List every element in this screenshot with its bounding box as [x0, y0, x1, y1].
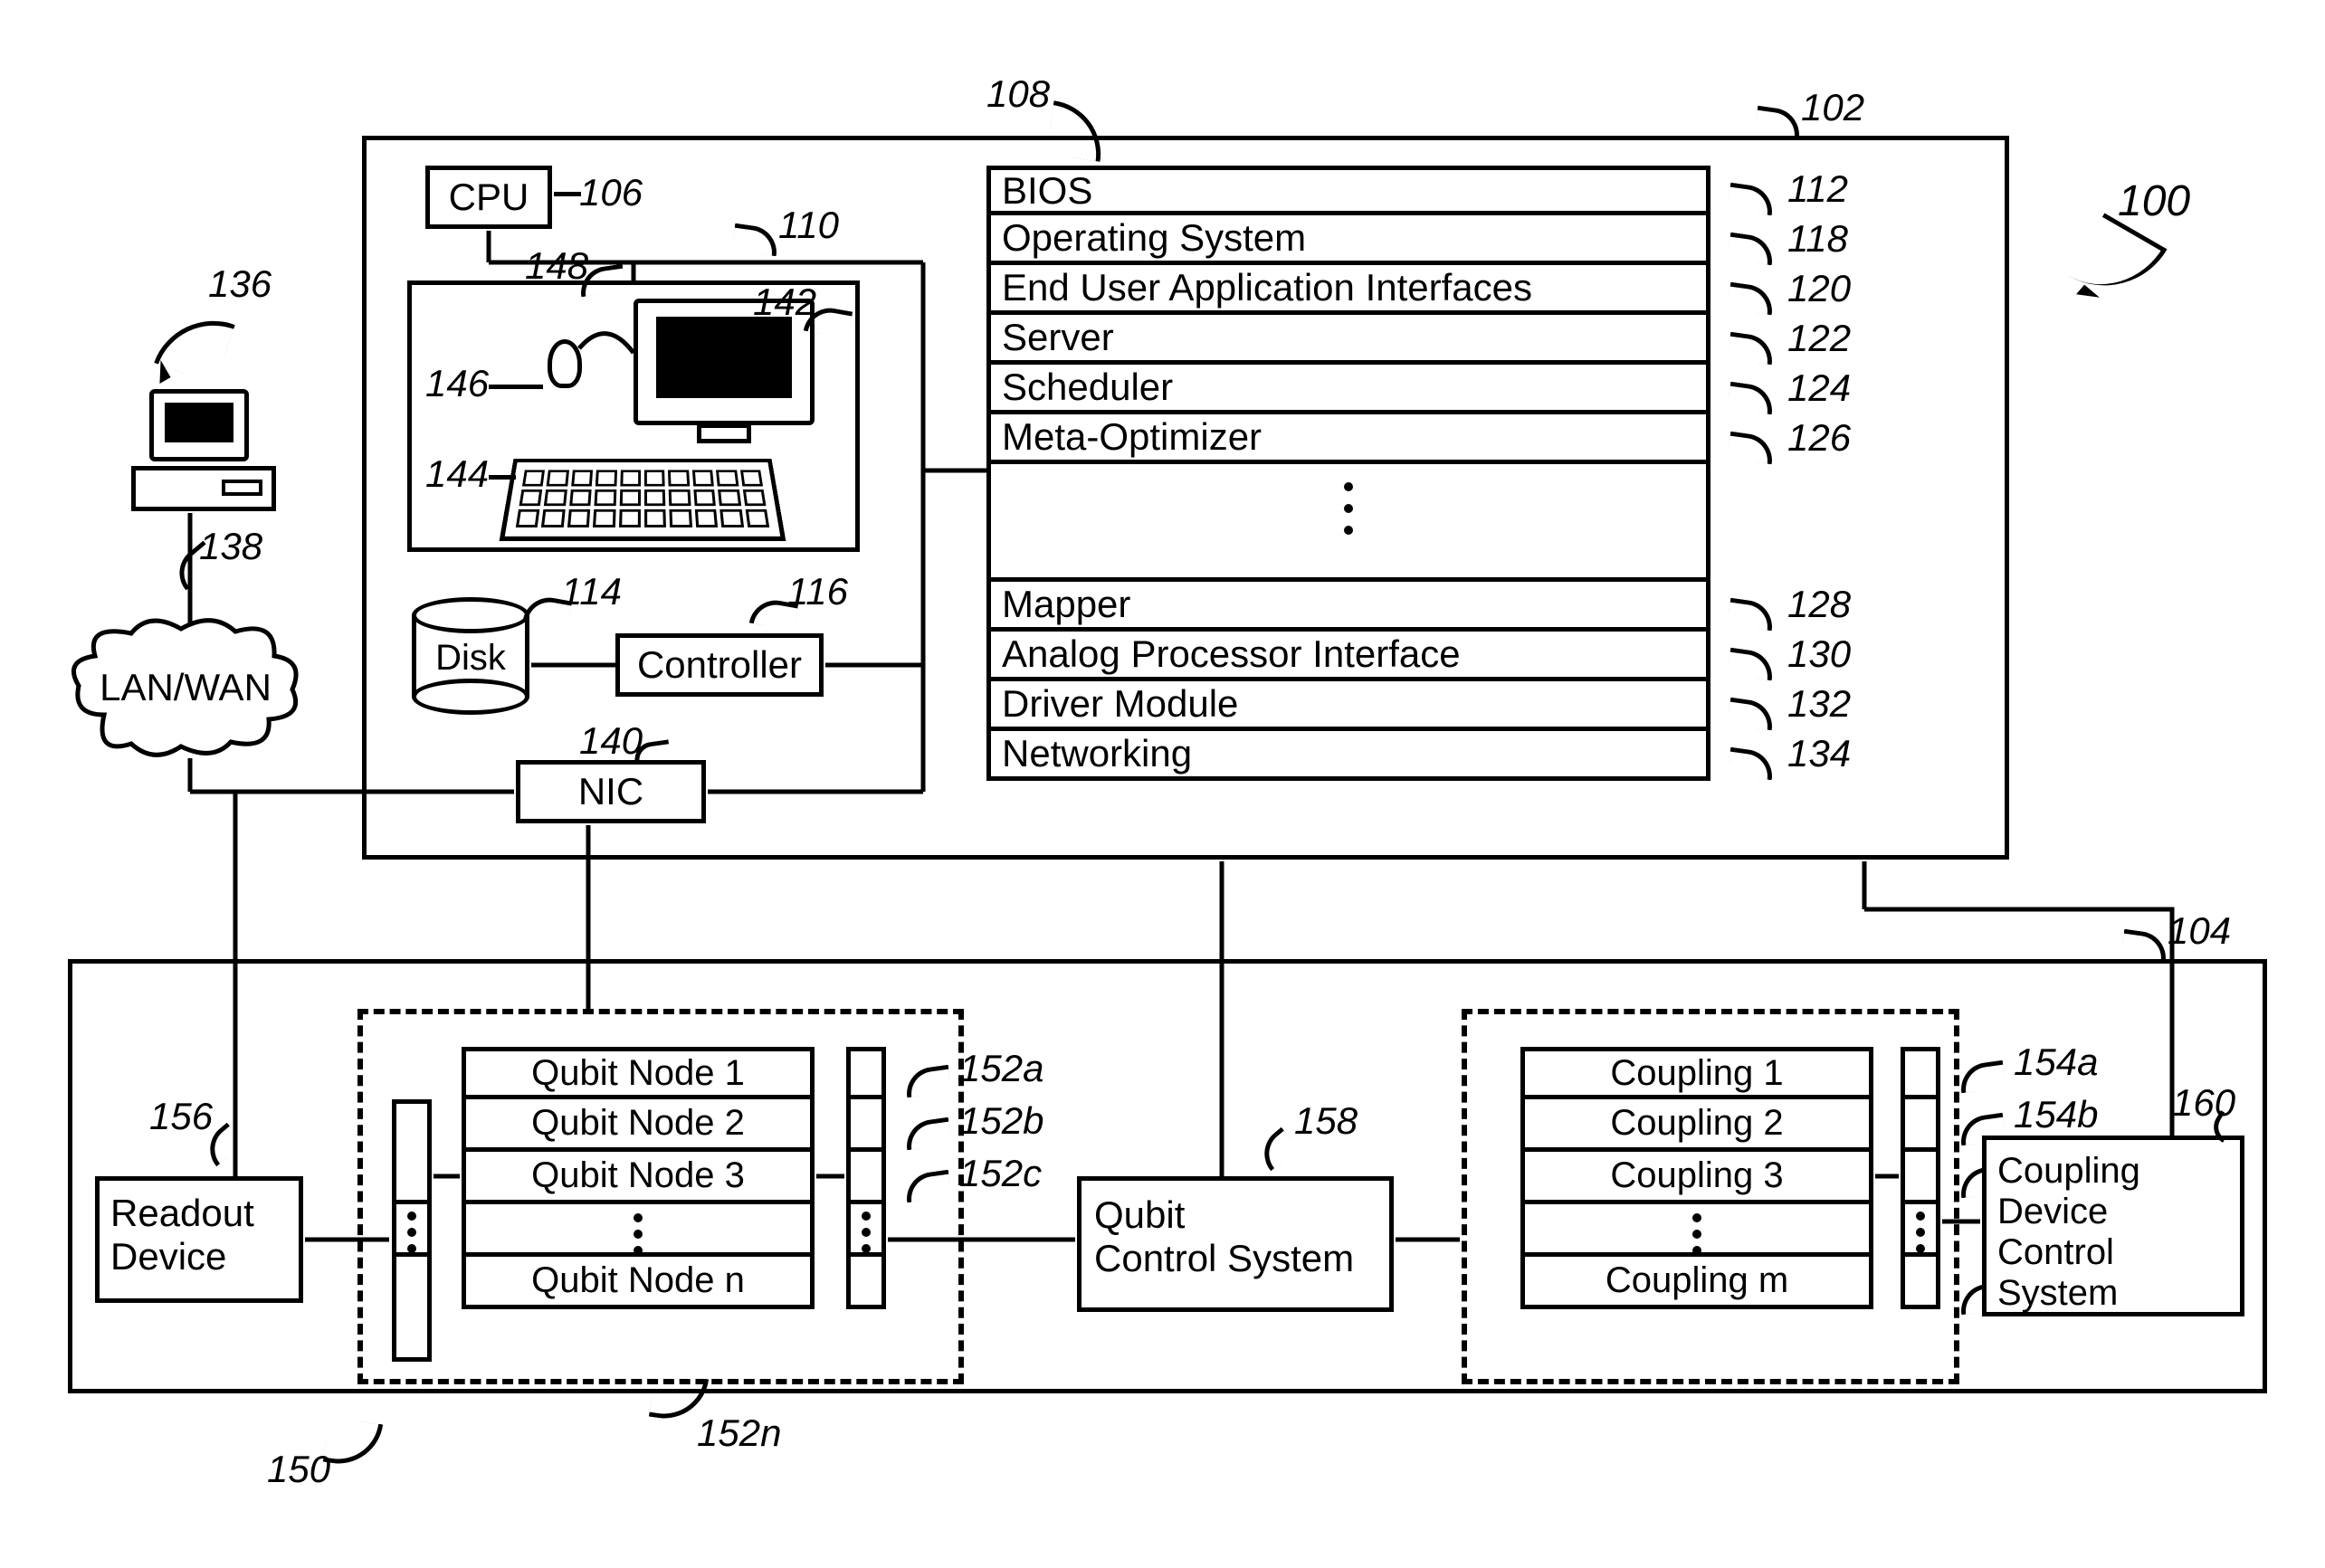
ref-104: 104 — [2168, 909, 2231, 953]
qubit-spacer — [462, 1204, 815, 1257]
mem-networking: Networking — [986, 731, 1710, 781]
ref-102: 102 — [1801, 86, 1864, 129]
qubit-node-n: Qubit Node n — [462, 1257, 815, 1309]
mem-bios: BIOS — [986, 166, 1710, 215]
ref-100: 100 — [2118, 176, 2190, 226]
memory-table: BIOS Operating System End User Applicati… — [986, 166, 1710, 781]
ref-128: 128 — [1787, 583, 1851, 626]
ref-110: 110 — [778, 204, 839, 247]
mem-os: Operating System — [986, 215, 1710, 265]
disk: Disk — [412, 597, 529, 715]
ref-118: 118 — [1787, 217, 1848, 261]
disk-label: Disk — [412, 638, 529, 679]
readout-l1: Readout — [110, 1192, 288, 1235]
coupling-ctrl-l1: Coupling — [1997, 1151, 2229, 1192]
ref-142: 142 — [753, 280, 816, 324]
ref-108: 108 — [986, 72, 1050, 116]
readout-l2: Device — [110, 1235, 288, 1278]
ref-154a: 154a — [2014, 1041, 2098, 1084]
ref-158: 158 — [1294, 1099, 1358, 1143]
coupling-ctrl-l2: Device — [1997, 1192, 2229, 1232]
nic-label: NIC — [578, 770, 643, 813]
ref-112: 112 — [1787, 167, 1848, 211]
qubit-stack: Qubit Node 1 Qubit Node 2 Qubit Node 3 Q… — [462, 1047, 815, 1309]
lead-146 — [489, 385, 543, 389]
ref-146: 146 — [425, 362, 489, 405]
coupling-1: Coupling 1 — [1520, 1047, 1873, 1099]
qubit-ctrl-box: Qubit Control System — [1077, 1176, 1394, 1312]
qubit-ctrl-l1: Qubit — [1094, 1193, 1377, 1237]
coupling-ctrl-l3: Control System — [1997, 1232, 2229, 1314]
diagram-canvas: 102 100 CPU 106 110 148 142 144 146 Di — [0, 0, 2325, 1568]
ref-124: 124 — [1787, 366, 1851, 410]
cpu-box: CPU — [425, 166, 552, 229]
keyboard — [500, 459, 786, 541]
ref-152b: 152b — [959, 1099, 1043, 1143]
monitor-screen — [656, 317, 792, 398]
ref-144: 144 — [425, 452, 489, 496]
lead-150 — [323, 1417, 383, 1469]
mem-server: Server — [986, 315, 1710, 365]
qubit-node-1: Qubit Node 1 — [462, 1047, 815, 1099]
ref-120: 120 — [1787, 267, 1851, 310]
ref-152n: 152n — [697, 1411, 781, 1455]
cloud-label: LAN/WAN — [100, 666, 272, 709]
qubit-side-left — [392, 1099, 432, 1362]
ref-150: 150 — [267, 1448, 330, 1491]
ref-134: 134 — [1787, 732, 1851, 775]
mem-spacer — [986, 464, 1710, 582]
mem-scheduler: Scheduler — [986, 365, 1710, 414]
ref-136: 136 — [208, 262, 272, 306]
lead-106 — [554, 192, 581, 196]
ref-122: 122 — [1787, 317, 1851, 360]
ref-156: 156 — [149, 1095, 213, 1138]
mem-api: Analog Processor Interface — [986, 632, 1710, 681]
qubit-ctrl-l2: Control System — [1094, 1237, 1377, 1280]
coupling-side-right — [1901, 1047, 1940, 1309]
mem-metaopt: Meta-Optimizer — [986, 414, 1710, 464]
ext-slot — [222, 480, 262, 496]
mem-driver: Driver Module — [986, 681, 1710, 731]
coupling-stack: Coupling 1 Coupling 2 Coupling 3 Couplin… — [1520, 1047, 1873, 1309]
mouse — [548, 339, 582, 388]
cloud: LAN/WAN — [68, 615, 303, 760]
lead-104 — [2120, 929, 2169, 963]
coupling-3: Coupling 3 — [1520, 1152, 1873, 1204]
lead-144 — [489, 475, 516, 480]
coupling-m: Coupling m — [1520, 1257, 1873, 1309]
mem-mapper: Mapper — [986, 582, 1710, 632]
ref-148: 148 — [525, 244, 588, 288]
cpu-label: CPU — [449, 176, 529, 219]
ext-monitor — [149, 389, 249, 461]
ref-140: 140 — [579, 719, 643, 763]
controller-label: Controller — [637, 643, 802, 687]
qubit-node-3: Qubit Node 3 — [462, 1152, 815, 1204]
coupling-spacer — [1520, 1204, 1873, 1257]
mem-euai: End User Application Interfaces — [986, 265, 1710, 315]
controller-box: Controller — [615, 633, 824, 697]
keyboard-keys — [516, 470, 769, 527]
monitor-stand — [697, 423, 751, 443]
qubit-side-right — [846, 1047, 886, 1309]
ref-126: 126 — [1787, 416, 1851, 460]
nic-box: NIC — [516, 760, 706, 823]
ref-130: 130 — [1787, 632, 1851, 676]
arrowhead-100 — [2076, 285, 2100, 308]
lead-102 — [1754, 106, 1803, 139]
ref-154b: 154b — [2014, 1093, 2098, 1136]
coupling-2: Coupling 2 — [1520, 1099, 1873, 1152]
qubit-node-2: Qubit Node 2 — [462, 1099, 815, 1152]
ref-132: 132 — [1787, 682, 1851, 726]
lead-108 — [1046, 100, 1108, 162]
ref-152c: 152c — [959, 1152, 1042, 1195]
coupling-ctrl-box: Coupling Device Control System — [1982, 1136, 2244, 1316]
readout-box: Readout Device — [95, 1176, 303, 1303]
ref-106: 106 — [579, 171, 643, 214]
ref-152a: 152a — [959, 1047, 1043, 1090]
